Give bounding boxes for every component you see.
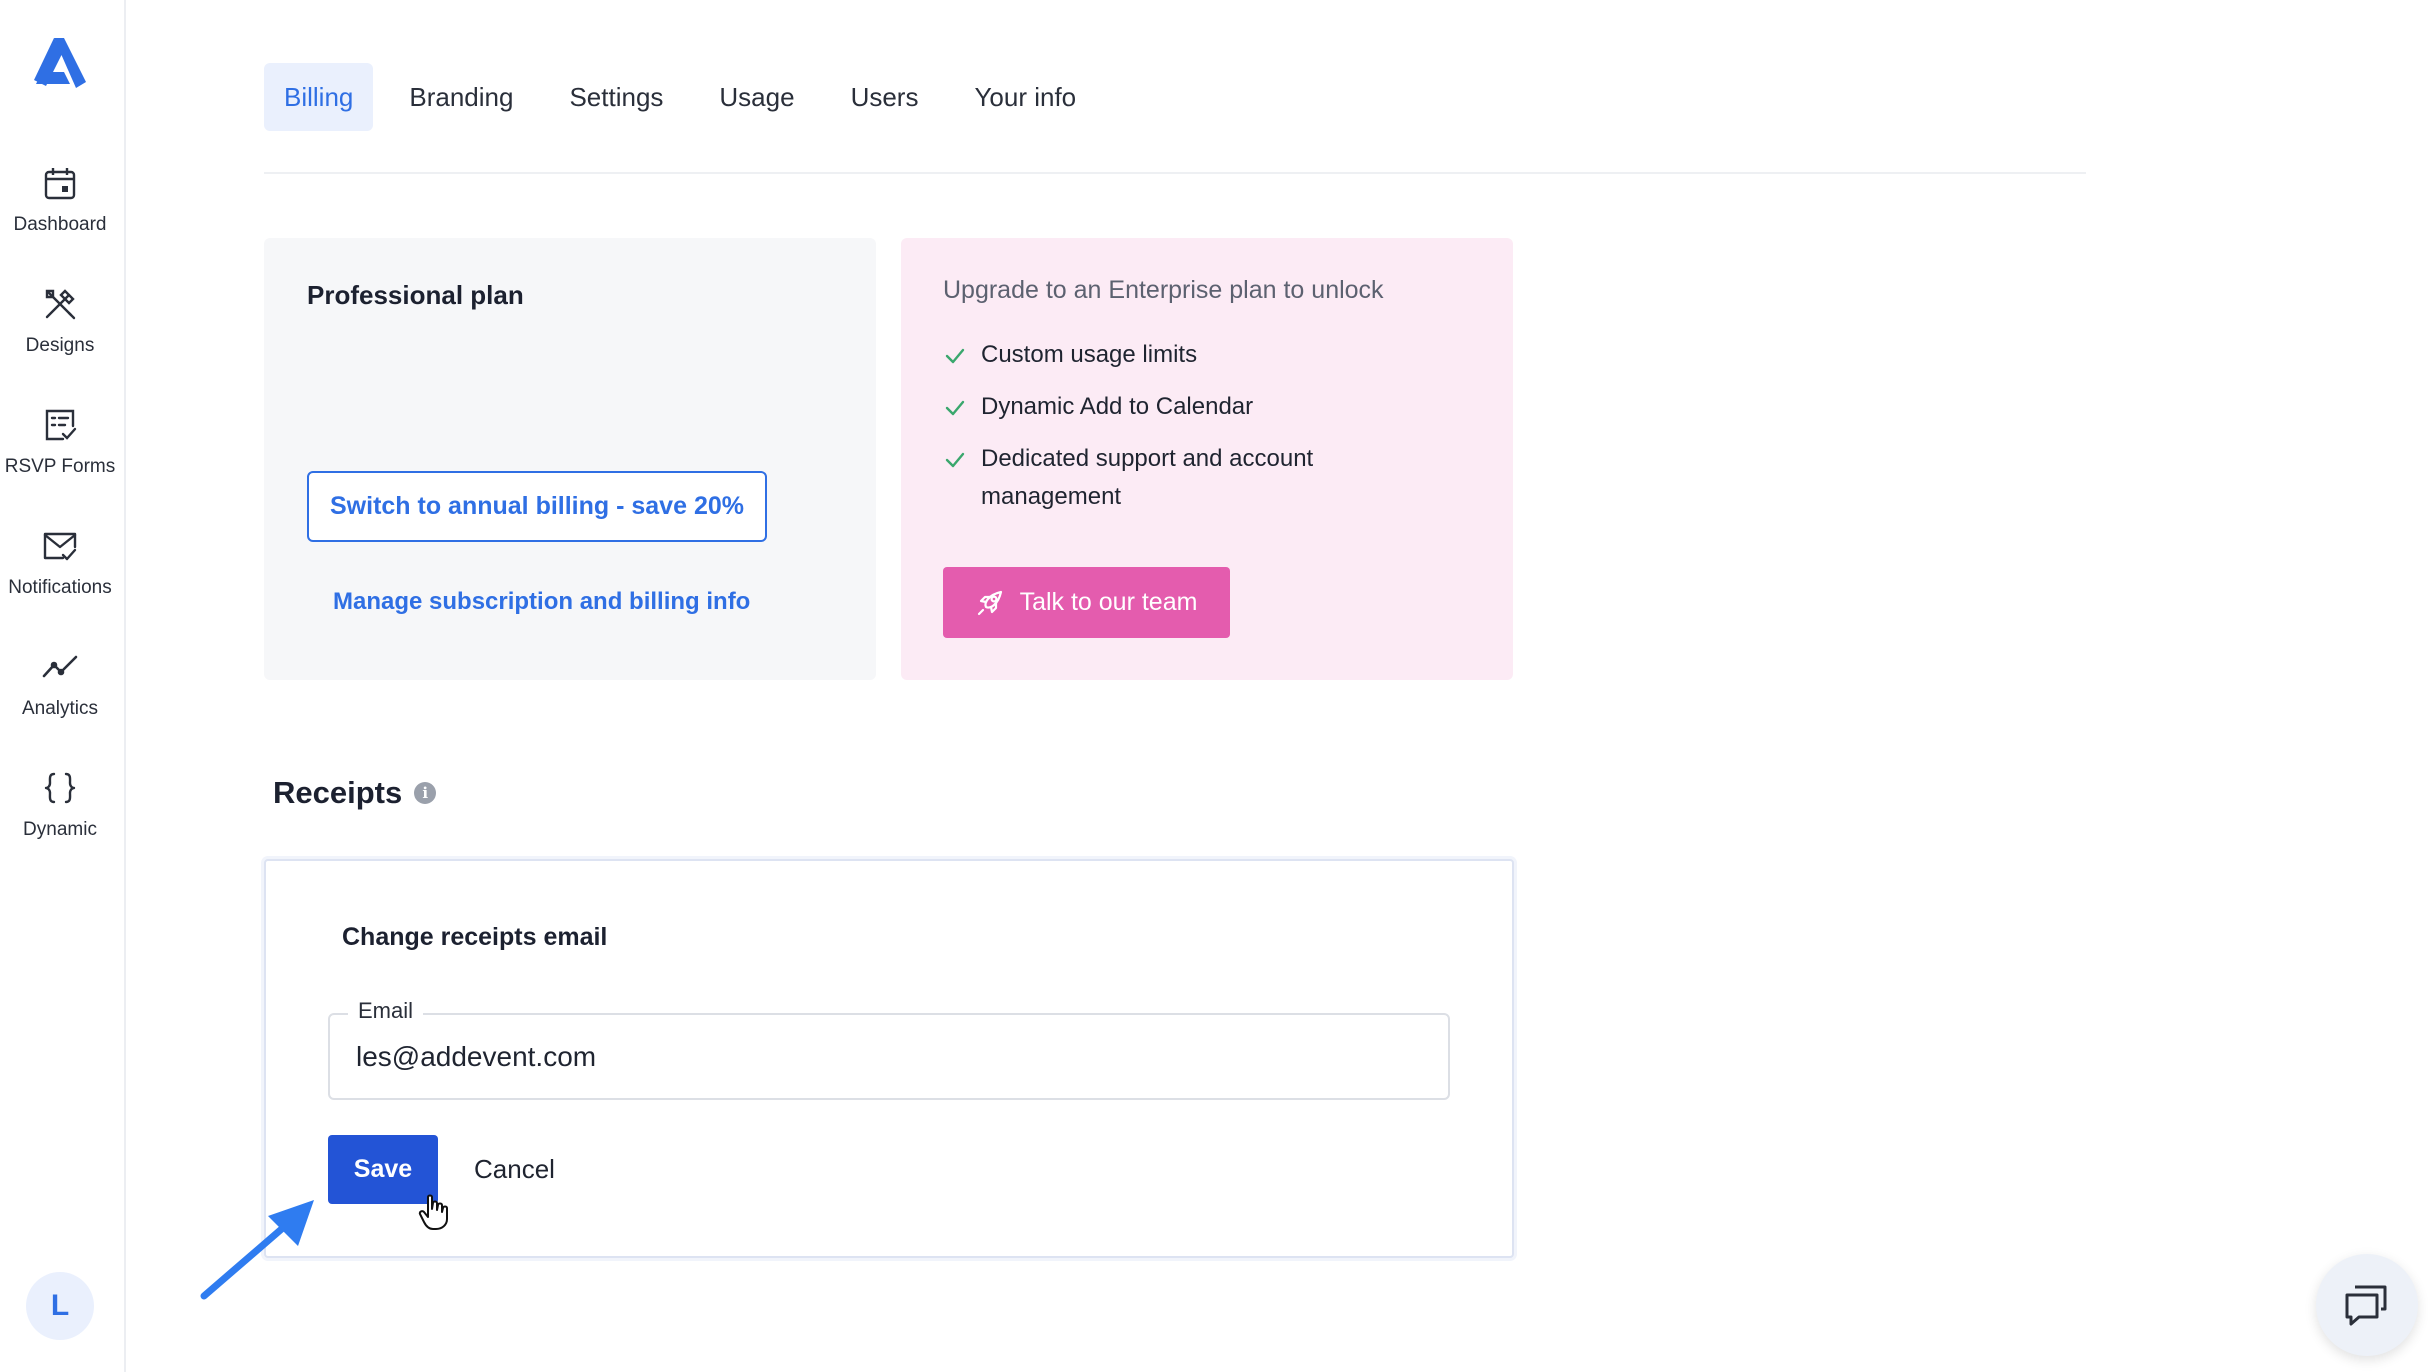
form-check-icon: [45, 409, 77, 441]
sidebar: Dashboard Designs RSVP Forms Notificatio…: [0, 0, 126, 1372]
annotation-arrow-icon: [200, 1200, 314, 1300]
switch-annual-billing-button[interactable]: Switch to annual billing - save 20%: [307, 471, 767, 542]
info-icon[interactable]: i: [414, 782, 437, 804]
trend-line-icon: [42, 655, 78, 678]
sidebar-item-label: RSVP Forms: [4, 456, 116, 477]
talk-to-team-label: Talk to our team: [1019, 588, 1198, 616]
sidebar-item-label: Dashboard: [13, 214, 107, 235]
tab-usage[interactable]: Usage: [699, 63, 814, 131]
tab-users[interactable]: Users: [831, 63, 939, 131]
feature-item: Custom usage limits: [943, 340, 1381, 374]
plan-card: Professional plan Switch to annual billi…: [264, 238, 876, 680]
manage-subscription-link[interactable]: Manage subscription and billing info: [333, 588, 750, 616]
receipts-card: Change receipts email Email Save Cancel: [264, 859, 1514, 1258]
rocket-icon: [977, 590, 1002, 615]
email-field[interactable]: Email: [328, 998, 1450, 1100]
settings-tabs: Billing Branding Settings Usage Users Yo…: [264, 63, 1112, 131]
calendar-icon: [44, 168, 76, 200]
feature-text: Dedicated support and account management: [981, 445, 1314, 510]
mail-check-icon: [43, 532, 77, 561]
addevent-logo-icon[interactable]: [30, 36, 90, 90]
hand-cursor-icon: [418, 1194, 448, 1230]
sidebar-item-designs[interactable]: Designs: [0, 285, 120, 385]
chat-icon: [2345, 1285, 2387, 1326]
upgrade-title: Upgrade to an Enterprise plan to unlock: [943, 276, 1384, 304]
tab-billing[interactable]: Billing: [264, 63, 374, 131]
talk-to-team-button[interactable]: Talk to our team: [943, 567, 1230, 638]
chat-support-button[interactable]: [2316, 1254, 2418, 1356]
sidebar-item-analytics[interactable]: Analytics: [0, 648, 120, 748]
check-icon: [945, 400, 965, 416]
check-icon: [945, 348, 965, 364]
sidebar-item-label: Analytics: [21, 698, 99, 719]
tab-settings[interactable]: Settings: [549, 63, 683, 131]
sidebar-item-label: Dynamic: [23, 819, 97, 840]
enterprise-upgrade-card: Upgrade to an Enterprise plan to unlock …: [901, 238, 1513, 680]
sidebar-item-dynamic[interactable]: Dynamic: [0, 769, 120, 869]
receipts-heading: Receipts i: [273, 775, 437, 811]
email-input[interactable]: [356, 1035, 1416, 1079]
braces-icon: [44, 772, 76, 804]
feature-text: Custom usage limits: [981, 341, 1198, 368]
app-window: Dashboard Designs RSVP Forms Notificatio…: [0, 0, 2428, 1372]
sidebar-item-rsvp-forms[interactable]: RSVP Forms: [0, 406, 120, 506]
avatar[interactable]: L: [26, 1272, 94, 1340]
design-tools-icon: [45, 289, 76, 320]
tab-branding[interactable]: Branding: [389, 63, 533, 131]
feature-item: Dedicated support and account management: [943, 444, 1381, 516]
email-label: Email: [348, 998, 424, 1024]
sidebar-item-dashboard[interactable]: Dashboard: [0, 164, 120, 264]
tab-your-info[interactable]: Your info: [954, 63, 1096, 131]
check-icon: [945, 452, 965, 468]
feature-text: Dynamic Add to Calendar: [981, 393, 1254, 420]
sidebar-item-label: Designs: [25, 335, 95, 356]
plan-title: Professional plan: [307, 280, 524, 310]
tabs-divider: [264, 172, 2086, 174]
sidebar-item-notifications[interactable]: Notifications: [0, 527, 120, 627]
change-receipts-email-title: Change receipts email: [342, 923, 608, 951]
feature-item: Dynamic Add to Calendar: [943, 392, 1381, 426]
sidebar-item-label: Notifications: [8, 577, 112, 598]
receipts-title: Receipts: [273, 775, 403, 810]
cancel-button[interactable]: Cancel: [474, 1135, 555, 1204]
